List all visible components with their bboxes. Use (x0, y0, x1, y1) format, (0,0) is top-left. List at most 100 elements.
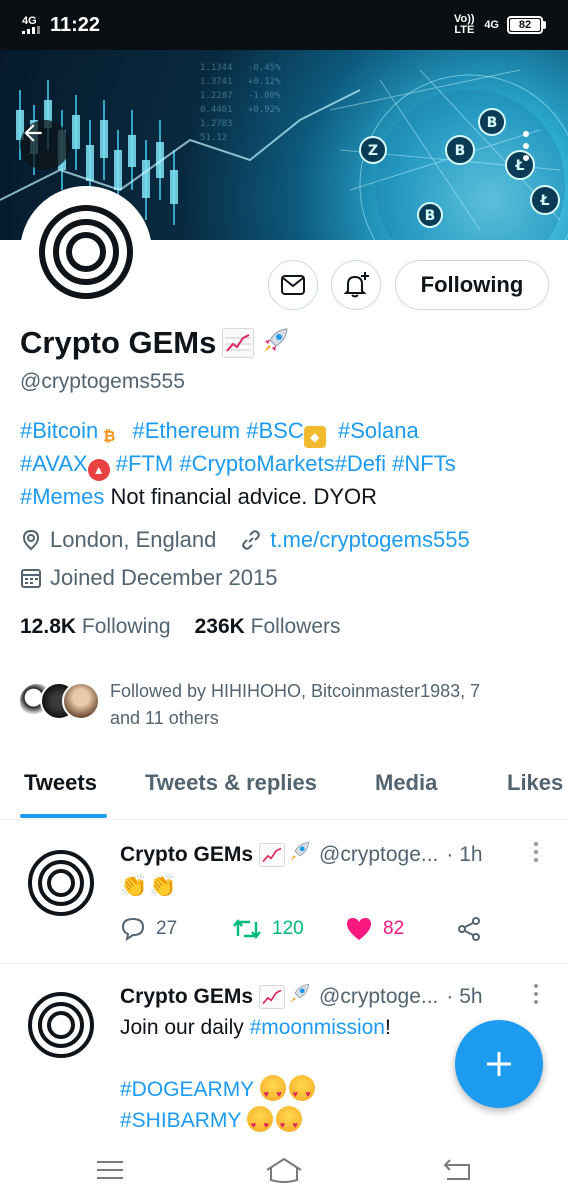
location-text: London, England (50, 527, 217, 552)
signal-label: 4G (22, 15, 37, 27)
menu-icon (97, 1161, 123, 1179)
heart-eyes-emoji (259, 1075, 286, 1110)
heart-eyes-emoji (275, 1106, 302, 1141)
hashtag-link[interactable]: #Bitcoin (20, 418, 98, 443)
profile-bio: #Bitcoin ₿ #Ethereum #BSC ◆ #Solana #AVAX ▲… (20, 415, 550, 513)
website-link[interactable]: t.me/cryptogems555 (270, 527, 469, 553)
svg-text:+0.12%: +0.12% (248, 77, 281, 87)
hashtag-link[interactable]: #Defi (335, 451, 386, 476)
reply-icon (121, 917, 145, 942)
followed-by-line: and 11 others (110, 708, 219, 728)
chart-emoji-icon (259, 985, 286, 1009)
bio-text: Not financial advice. DYOR (110, 484, 378, 509)
rocket-emoji-icon (287, 840, 311, 870)
active-tab-indicator (20, 814, 107, 818)
hashtag-link[interactable]: #DOGEARMY (120, 1078, 254, 1101)
tweet-author-name[interactable]: Crypto GEMs (120, 843, 253, 867)
notifications-button[interactable] (331, 260, 381, 310)
chart-emoji-icon (222, 328, 255, 358)
tweet-time: · 5h (446, 985, 483, 1008)
tweet-author-handle: @cryptoge... (319, 843, 439, 866)
rocket-emoji-icon (260, 326, 290, 361)
compose-tweet-button[interactable] (455, 1020, 543, 1108)
hashtag-link[interactable]: #CryptoMarkets (179, 451, 334, 476)
joined-text: Joined December 2015 (50, 565, 278, 590)
tweet-avatar[interactable] (26, 848, 96, 918)
clapping-hands-emoji: 👏 (149, 873, 177, 898)
like-button[interactable]: 82 (345, 916, 404, 942)
profile-handle: @cryptogems555 (20, 370, 185, 393)
tweet-header: Crypto GEMs @cryptoge... · 1h (120, 840, 483, 870)
tab-likes[interactable]: Likes (507, 770, 563, 796)
hashtag-link[interactable]: #Ethereum (133, 418, 241, 443)
hashtag-link[interactable]: #SHIBARMY (120, 1109, 241, 1132)
more-options-button[interactable] (506, 124, 546, 168)
svg-text:1.2287: 1.2287 (200, 91, 233, 101)
profile-name-row: Crypto GEMs (20, 325, 290, 361)
following-count: 12.8K (20, 615, 77, 638)
battery-level: 82 (510, 19, 540, 31)
like-count: 82 (383, 918, 405, 939)
hashtag-link[interactable]: #Solana (338, 418, 419, 443)
tweet-time: · 1h (446, 843, 483, 866)
tweet-avatar[interactable] (26, 990, 96, 1060)
hashtag-link[interactable]: #BSC (246, 418, 303, 443)
following-label: Following (81, 615, 171, 638)
clapping-hands-emoji: 👏 (120, 873, 148, 898)
clock: 11:22 (50, 13, 101, 36)
profile-avatar[interactable] (20, 186, 152, 318)
following-button[interactable]: Following (395, 260, 549, 310)
recent-apps-button[interactable] (80, 1152, 140, 1188)
hashtag-link[interactable]: #Memes (20, 484, 104, 509)
followers-count: 236K (194, 615, 245, 638)
following-stat[interactable]: 12.8K Following (20, 615, 171, 639)
followers-stat[interactable]: 236K Followers (195, 615, 341, 639)
back-button[interactable] (20, 120, 70, 170)
network-indicator: 4G (484, 19, 499, 31)
svg-text:+0.92%: +0.92% (248, 105, 281, 115)
tweet-author-name[interactable]: Crypto GEMs (120, 985, 253, 1009)
bell-plus-icon (343, 272, 369, 298)
back-nav-button[interactable] (427, 1152, 487, 1188)
message-button[interactable] (268, 260, 318, 310)
back-nav-icon (443, 1159, 470, 1180)
hashtag-link[interactable]: #FTM (116, 451, 173, 476)
home-button[interactable] (254, 1152, 314, 1188)
hashtag-link[interactable]: #AVAX (20, 451, 88, 476)
bitcoin-icon: ₿ (103, 428, 116, 445)
share-button[interactable] (456, 916, 482, 942)
followers-label: Followers (250, 615, 341, 638)
hashtag-link[interactable]: #NFTs (392, 451, 456, 476)
more-vertical-icon (534, 984, 538, 988)
calendar-icon (21, 569, 41, 588)
system-nav-bar (0, 1140, 568, 1200)
location-icon (22, 529, 40, 551)
back-arrow-icon (24, 124, 42, 142)
followed-by[interactable]: Followed by HIHIHOHO, Bitcoinmaster1983,… (18, 678, 530, 732)
tweet-more-button[interactable] (534, 984, 538, 1004)
tweet-more-button[interactable] (534, 842, 538, 862)
retweet-button[interactable]: 120 (232, 916, 304, 942)
share-icon (458, 917, 480, 941)
hashtag-link[interactable]: #moonmission (250, 1016, 385, 1039)
more-vertical-icon (523, 131, 529, 137)
tab-tweets[interactable]: Tweets (24, 770, 97, 796)
svg-text:B: B (487, 115, 498, 131)
svg-text:B: B (425, 208, 436, 224)
joined-row: Joined December 2015 (20, 565, 277, 591)
reply-button[interactable]: 27 (120, 916, 177, 942)
followed-by-text: Followed by HIHIHOHO, Bitcoinmaster1983,… (110, 678, 530, 732)
tab-media[interactable]: Media (375, 770, 437, 796)
follower-avatars (18, 678, 100, 724)
svg-text:-1.80%: -1.80% (248, 91, 281, 101)
profile-tabs: Tweets Tweets & replies Media Likes (0, 752, 568, 820)
retweet-icon (233, 919, 261, 939)
heart-icon (347, 918, 371, 940)
avatar-logo (39, 205, 133, 299)
svg-text:1.2783: 1.2783 (200, 119, 233, 129)
heart-eyes-emoji (246, 1106, 273, 1141)
display-name: Crypto GEMs (20, 325, 217, 360)
rocket-emoji-icon (287, 982, 311, 1012)
tab-tweets-replies[interactable]: Tweets & replies (145, 770, 317, 796)
reply-count: 27 (156, 918, 178, 939)
